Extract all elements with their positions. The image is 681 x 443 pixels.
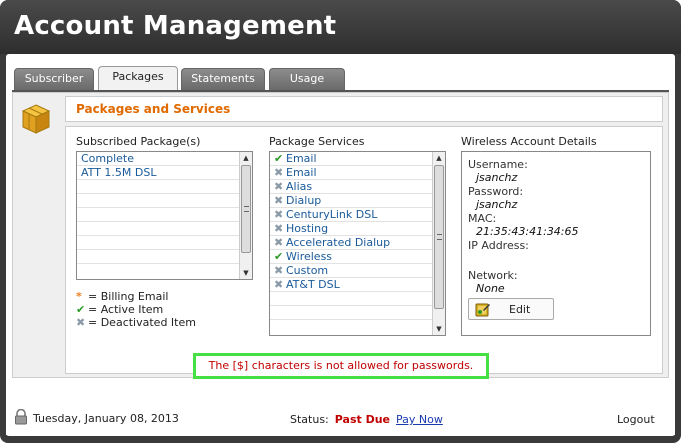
logout-link[interactable]: Logout: [617, 413, 655, 426]
list-item[interactable]: Complete: [77, 152, 252, 166]
current-date: Tuesday, January 08, 2013: [33, 412, 179, 425]
scroll-down-icon[interactable]: ▼: [240, 267, 252, 279]
lock-icon: [15, 409, 27, 425]
x-icon: ✖: [76, 316, 86, 329]
scroll-up-icon[interactable]: ▲: [240, 152, 252, 164]
list-item[interactable]: ✖ Accelerated Dialup: [270, 236, 445, 250]
wireless-details: Username: jsanchz Password: jsanchz MAC:…: [461, 151, 651, 336]
packages-panel: Packages and Services Subscribed Package…: [12, 92, 669, 378]
network-value: None: [476, 282, 505, 295]
check-icon: ✔: [274, 250, 284, 263]
status-label: Status:: [290, 413, 329, 426]
x-icon: ✖: [274, 236, 284, 249]
list-item[interactable]: ✖ Custom: [270, 264, 445, 278]
packages-content: Subscribed Package(s) Complete ATT 1.5M …: [65, 126, 663, 374]
list-item[interactable]: ATT 1.5M DSL: [77, 166, 252, 180]
list-item[interactable]: ✔ Email: [270, 152, 445, 166]
x-icon: ✖: [274, 222, 284, 235]
main-content: Subscriber Packages Statements Usage Pac…: [6, 54, 675, 436]
list-item: [77, 250, 252, 264]
scrollbar[interactable]: ▲ ▼: [432, 152, 445, 335]
x-icon: ✖: [274, 180, 284, 193]
asterisk-icon: *: [76, 290, 82, 303]
list-item: [270, 306, 445, 320]
page-title: Account Management: [14, 11, 337, 41]
services-label: Package Services: [269, 135, 365, 148]
list-item[interactable]: ✖ Dialup: [270, 194, 445, 208]
check-icon: ✔: [274, 152, 284, 165]
list-item[interactable]: ✖ AT&T DSL: [270, 278, 445, 292]
list-item[interactable]: ✖ CenturyLink DSL: [270, 208, 445, 222]
edit-button[interactable]: Edit: [468, 298, 554, 320]
list-item: [77, 180, 252, 194]
x-icon: ✖: [274, 208, 284, 221]
list-item[interactable]: ✖ Email: [270, 166, 445, 180]
package-box-icon: [21, 104, 51, 134]
tab-subscriber[interactable]: Subscriber: [14, 68, 94, 90]
scroll-down-icon[interactable]: ▼: [433, 323, 445, 335]
subscribed-label: Subscribed Package(s): [76, 135, 201, 148]
scroll-thumb[interactable]: [434, 165, 444, 309]
app-window: Account Management Subscriber Packages S…: [0, 0, 681, 443]
mac-label: MAC:: [468, 212, 497, 225]
username-label: Username:: [468, 158, 528, 171]
list-item[interactable]: ✖ Alias: [270, 180, 445, 194]
section-title: Packages and Services: [76, 102, 231, 116]
list-item[interactable]: ✔ Wireless: [270, 250, 445, 264]
list-item: [77, 236, 252, 250]
password-value: jsanchz: [476, 198, 518, 211]
edit-icon: [475, 303, 490, 317]
username-value: jsanchz: [476, 171, 518, 184]
scrollbar[interactable]: ▲ ▼: [239, 152, 252, 279]
pay-now-link[interactable]: Pay Now: [396, 413, 443, 426]
wireless-label: Wireless Account Details: [461, 135, 597, 148]
status-badge: Past Due: [334, 413, 391, 426]
tab-statements[interactable]: Statements: [181, 68, 265, 90]
error-message: The [$] characters is not allowed for pa…: [193, 353, 489, 379]
scroll-up-icon[interactable]: ▲: [433, 152, 445, 164]
services-list[interactable]: ✔ Email ✖ Email ✖ Alias ✖ Dialup ✖ CenturyLin…: [269, 151, 446, 336]
password-label: Password:: [468, 185, 524, 198]
list-item: [270, 292, 445, 306]
ip-label: IP Address:: [468, 239, 529, 252]
mac-value: 21:35:43:41:34:65: [476, 225, 579, 238]
x-icon: ✖: [274, 194, 284, 207]
account-status: Status: Past Due Pay Now: [290, 413, 443, 426]
list-item[interactable]: ✖ Hosting: [270, 222, 445, 236]
tab-packages[interactable]: Packages: [98, 66, 178, 90]
network-label: Network:: [468, 269, 518, 282]
list-item: [77, 222, 252, 236]
title-bar: Account Management: [0, 0, 681, 54]
x-icon: ✖: [274, 278, 284, 291]
list-item: [77, 208, 252, 222]
check-icon: ✔: [76, 303, 86, 316]
section-header: Packages and Services: [65, 96, 663, 122]
list-item: [77, 194, 252, 208]
scroll-thumb[interactable]: [241, 165, 251, 253]
tab-usage[interactable]: Usage: [269, 68, 345, 90]
legend: * = Billing Email ✔ = Active Item ✖ = Deact…: [76, 290, 196, 329]
x-icon: ✖: [274, 166, 284, 179]
x-icon: ✖: [274, 264, 284, 277]
footer: Tuesday, January 08, 2013 Status: Past Du…: [6, 391, 675, 435]
subscribed-list[interactable]: Complete ATT 1.5M DSL ▲ ▼: [76, 151, 253, 280]
